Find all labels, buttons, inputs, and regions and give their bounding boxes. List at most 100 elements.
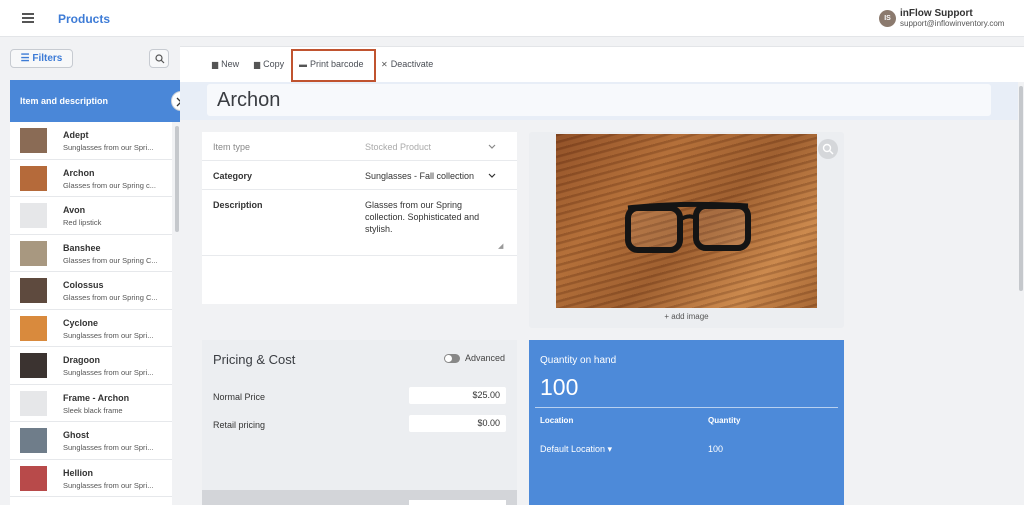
new-file-icon: ▆ [212, 60, 219, 69]
item-name: Archon [63, 167, 95, 178]
filter-icon: ☰ [20, 53, 30, 64]
sidebar-header: ☰ Filters [0, 37, 180, 79]
user-name[interactable]: inFlow Support [900, 8, 973, 19]
list-item[interactable]: Dragoon Sunglasses from our Spri... [10, 347, 172, 385]
title-area: Archon [180, 82, 1024, 120]
advanced-toggle[interactable] [444, 354, 460, 363]
page-title: Products [58, 12, 111, 26]
list-column-header[interactable]: Item and description [10, 80, 180, 122]
item-name: Frame - Archon [63, 392, 130, 403]
retail-pricing-label: Retail pricing [213, 420, 266, 430]
add-image-link[interactable]: + add image [529, 312, 844, 321]
toolbar: ▆ New ▆ Copy ▬ Print barcode ✕ Deactivate [180, 46, 1024, 82]
item-thumbnail [20, 240, 47, 266]
search-button[interactable] [149, 49, 169, 68]
item-type-value[interactable]: Stocked Product [365, 142, 431, 152]
quantity-card: Quantity on hand 100 Location Quantity D… [529, 340, 844, 505]
image-card: + add image [529, 132, 844, 328]
list-item[interactable]: Hellion Sunglasses from our Spri... [10, 460, 172, 497]
list-item[interactable]: Adept Sunglasses from our Spri... [10, 122, 172, 160]
item-list: Adept Sunglasses from our Spri... Archon Gl… [10, 122, 172, 505]
item-name: Banshee [63, 242, 101, 253]
zoom-button[interactable] [818, 139, 838, 159]
search-icon [155, 54, 165, 64]
item-description: Glasses from our Spring C... [63, 255, 158, 265]
glasses-illustration [625, 201, 751, 253]
location-dropdown[interactable]: Default Location ▾ [540, 444, 612, 455]
category-row[interactable]: Category Sunglasses - Fall collection [202, 161, 517, 190]
item-details: Item type Stocked Product Category Sungl… [202, 132, 517, 304]
zoom-icon [822, 143, 834, 155]
item-name: Dragoon [63, 355, 100, 365]
item-thumbnail [20, 278, 47, 303]
highlight-annotation [291, 49, 376, 82]
list-item[interactable]: Banshee Glasses from our Spring C... [10, 235, 172, 272]
filters-button[interactable]: ☰ Filters [10, 49, 73, 68]
pricing-footer [202, 490, 517, 505]
item-thumbnail [20, 353, 47, 378]
quantity-value: 100 [540, 374, 579, 400]
list-item[interactable]: Colossus Glasses from our Spring C... [10, 272, 172, 310]
item-description: Sunglasses from our Spri... [63, 143, 154, 152]
item-thumbnail [20, 465, 47, 491]
description-textarea[interactable]: Glasses from our Spring collection. Soph… [365, 199, 495, 235]
description-row: Description Glasses from our Spring coll… [202, 190, 517, 256]
item-description: Sunglasses from our Spri... [63, 330, 154, 340]
close-icon: ✕ [381, 60, 388, 69]
item-description: Sunglasses from our Spri... [63, 368, 154, 377]
advanced-label: Advanced [465, 353, 506, 363]
main-scrollbar[interactable] [1018, 82, 1024, 505]
item-description: Glasses from our Spring C... [63, 293, 158, 302]
list-item[interactable]: Archon Glasses from our Spring c... [10, 160, 172, 197]
item-name: Colossus [63, 280, 104, 290]
top-bar: Products IS inFlow Support support@inflo… [0, 0, 1024, 37]
list-item[interactable]: Ghost Sunglasses from our Spri... [10, 422, 172, 460]
menu-icon[interactable] [22, 13, 34, 23]
main-panel: ▆ New ▆ Copy ▬ Print barcode ✕ Deactivate Ar… [180, 46, 1024, 505]
location-quantity-value: 100 [708, 444, 724, 454]
item-name: Hellion [63, 467, 94, 478]
new-label: New [221, 59, 240, 69]
pricing-card: Pricing & Cost Advanced Normal Price $25… [202, 340, 517, 505]
location-column-header: Location [540, 416, 574, 425]
user-email: support@inflowinventory.com [900, 19, 1005, 28]
item-thumbnail [20, 203, 47, 228]
chevron-down-icon[interactable] [488, 172, 496, 180]
retail-pricing-input[interactable]: $0.00 [409, 415, 506, 432]
item-type-label: Item type [213, 142, 251, 152]
product-name-input[interactable]: Archon [207, 84, 991, 116]
copy-icon: ▆ [254, 60, 261, 69]
pricing-title: Pricing & Cost [213, 352, 296, 367]
resize-handle-icon[interactable]: ◢ [498, 242, 503, 250]
filters-label: Filters [32, 53, 63, 64]
chevron-down-icon[interactable] [488, 143, 496, 151]
new-button[interactable]: ▆ New [212, 59, 239, 69]
deactivate-button[interactable]: ✕ Deactivate [381, 59, 433, 69]
copy-label: Copy [263, 59, 285, 69]
product-image[interactable] [556, 134, 817, 308]
item-thumbnail [20, 390, 47, 416]
category-value[interactable]: Sunglasses - Fall collection [365, 171, 474, 181]
avatar[interactable]: IS [879, 10, 896, 27]
item-description: Sunglasses from our Spri... [63, 480, 154, 490]
item-name: Ghost [63, 430, 89, 440]
description-label: Description [213, 200, 263, 210]
copy-button[interactable]: ▆ Copy [254, 59, 284, 69]
item-thumbnail [20, 428, 47, 453]
item-description: Sunglasses from our Spri... [63, 443, 154, 452]
item-thumbnail [20, 165, 47, 191]
item-description: Sleek black frame [63, 405, 123, 415]
item-type-row[interactable]: Item type Stocked Product [202, 132, 517, 161]
item-name: Avon [63, 205, 86, 215]
category-label: Category [213, 171, 253, 181]
item-name: Cyclone [63, 317, 99, 328]
quantity-title: Quantity on hand [540, 355, 617, 366]
normal-price-input[interactable]: $25.00 [409, 387, 506, 404]
item-name: Adept [63, 130, 89, 140]
list-item[interactable]: Cyclone Sunglasses from our Spri... [10, 310, 172, 347]
list-item[interactable]: Avon Red lipstick [10, 197, 172, 235]
quantity-column-header: Quantity [708, 416, 741, 425]
item-description: Glasses from our Spring c... [63, 180, 156, 190]
item-thumbnail [20, 315, 47, 341]
list-item[interactable]: Frame - Archon Sleek black frame [10, 385, 172, 422]
